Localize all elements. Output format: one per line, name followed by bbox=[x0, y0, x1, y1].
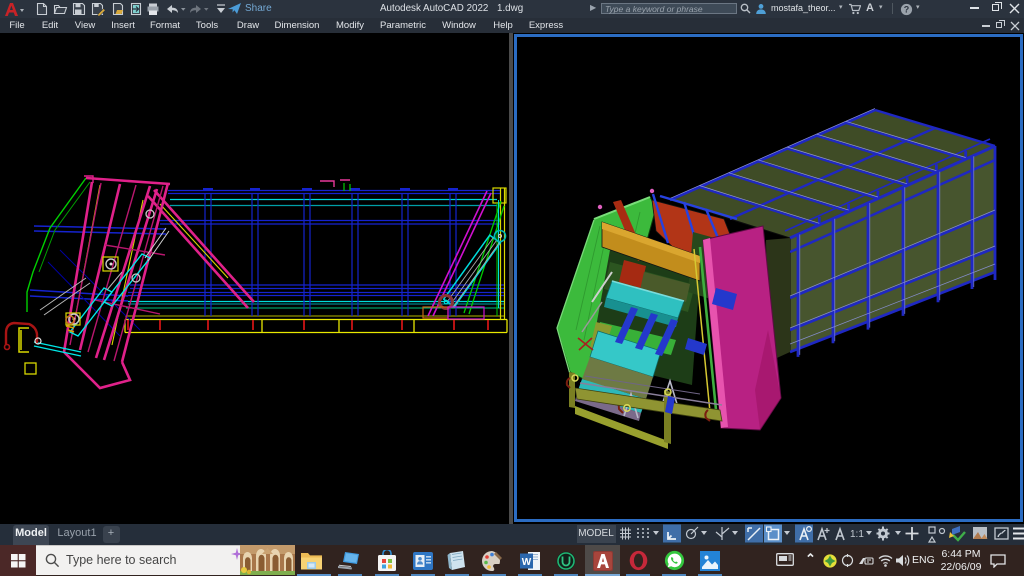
svg-text:1:1: 1:1 bbox=[850, 529, 864, 540]
svg-text:W: W bbox=[522, 557, 532, 568]
svg-text:?: ? bbox=[904, 4, 910, 14]
